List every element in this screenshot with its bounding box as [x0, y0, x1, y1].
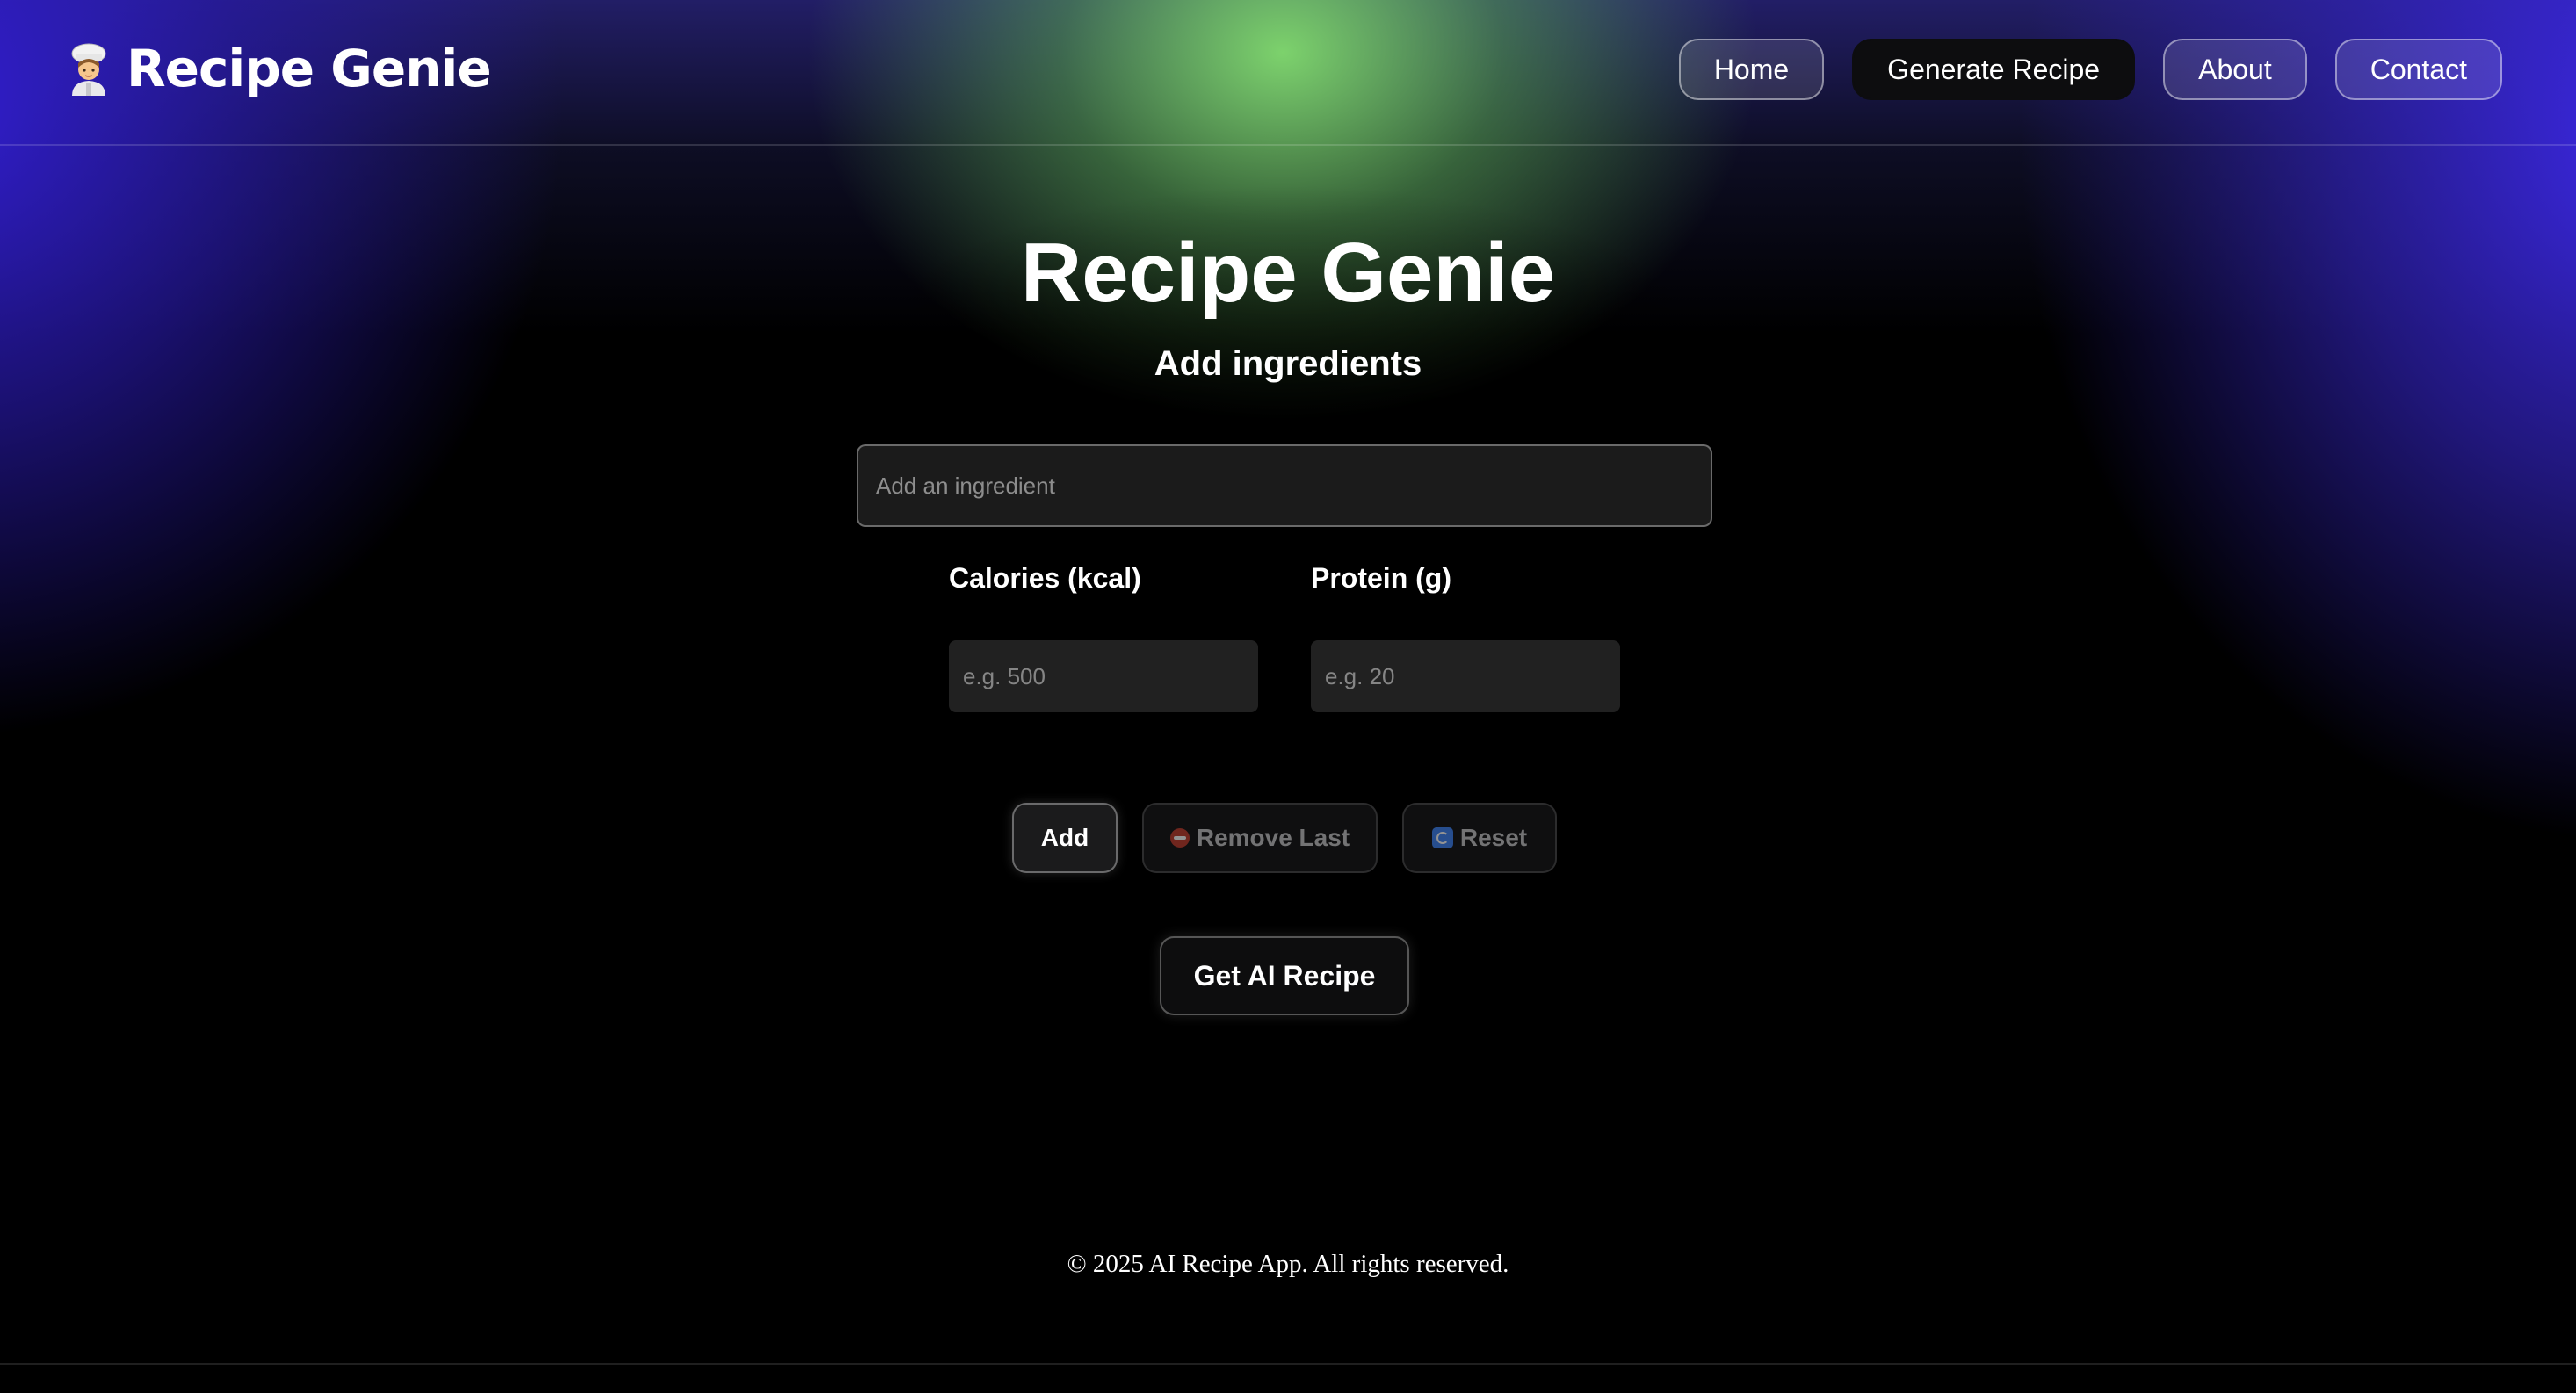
nav-generate-recipe-button[interactable]: Generate Recipe: [1852, 39, 2136, 100]
reset-button[interactable]: Reset: [1402, 803, 1557, 873]
section-subtitle: Add ingredients: [1154, 344, 1422, 383]
calories-label: Calories (kcal): [949, 562, 1141, 594]
top-navbar: Recipe Genie Home Generate Recipe About …: [0, 0, 2576, 146]
ingredient-input[interactable]: [857, 444, 1712, 527]
calories-input[interactable]: [949, 640, 1258, 712]
reset-label: Reset: [1459, 824, 1528, 851]
background-glow: [0, 0, 2576, 1393]
minus-circle-icon: [1169, 828, 1190, 848]
brand-title: Recipe Genie: [127, 39, 492, 98]
bottom-divider: [0, 1363, 2576, 1365]
add-button[interactable]: Add: [1012, 803, 1118, 873]
chef-emoji-icon: [71, 43, 106, 96]
brand[interactable]: Recipe Genie: [65, 32, 492, 105]
page: Recipe Genie Home Generate Recipe About …: [0, 0, 2576, 1393]
remove-last-button[interactable]: Remove Last: [1142, 803, 1378, 873]
refresh-icon: [1431, 827, 1453, 848]
nav-contact-button[interactable]: Contact: [2334, 39, 2502, 100]
main-nav: Home Generate Recipe About Contact: [1678, 39, 2502, 100]
footer-copyright: © 2025 AI Recipe App. All rights reserve…: [1067, 1250, 1509, 1278]
nav-about-button[interactable]: About: [2163, 39, 2307, 100]
protein-input[interactable]: [1311, 640, 1620, 712]
get-ai-recipe-label: Get AI Recipe: [1193, 959, 1376, 992]
protein-label: Protein (g): [1311, 562, 1451, 594]
get-ai-recipe-button[interactable]: Get AI Recipe: [1160, 936, 1409, 1015]
nav-home-button[interactable]: Home: [1678, 39, 1825, 100]
add-button-label: Add: [1040, 824, 1089, 851]
remove-last-label: Remove Last: [1196, 824, 1350, 851]
page-title: Recipe Genie: [1020, 226, 1556, 320]
